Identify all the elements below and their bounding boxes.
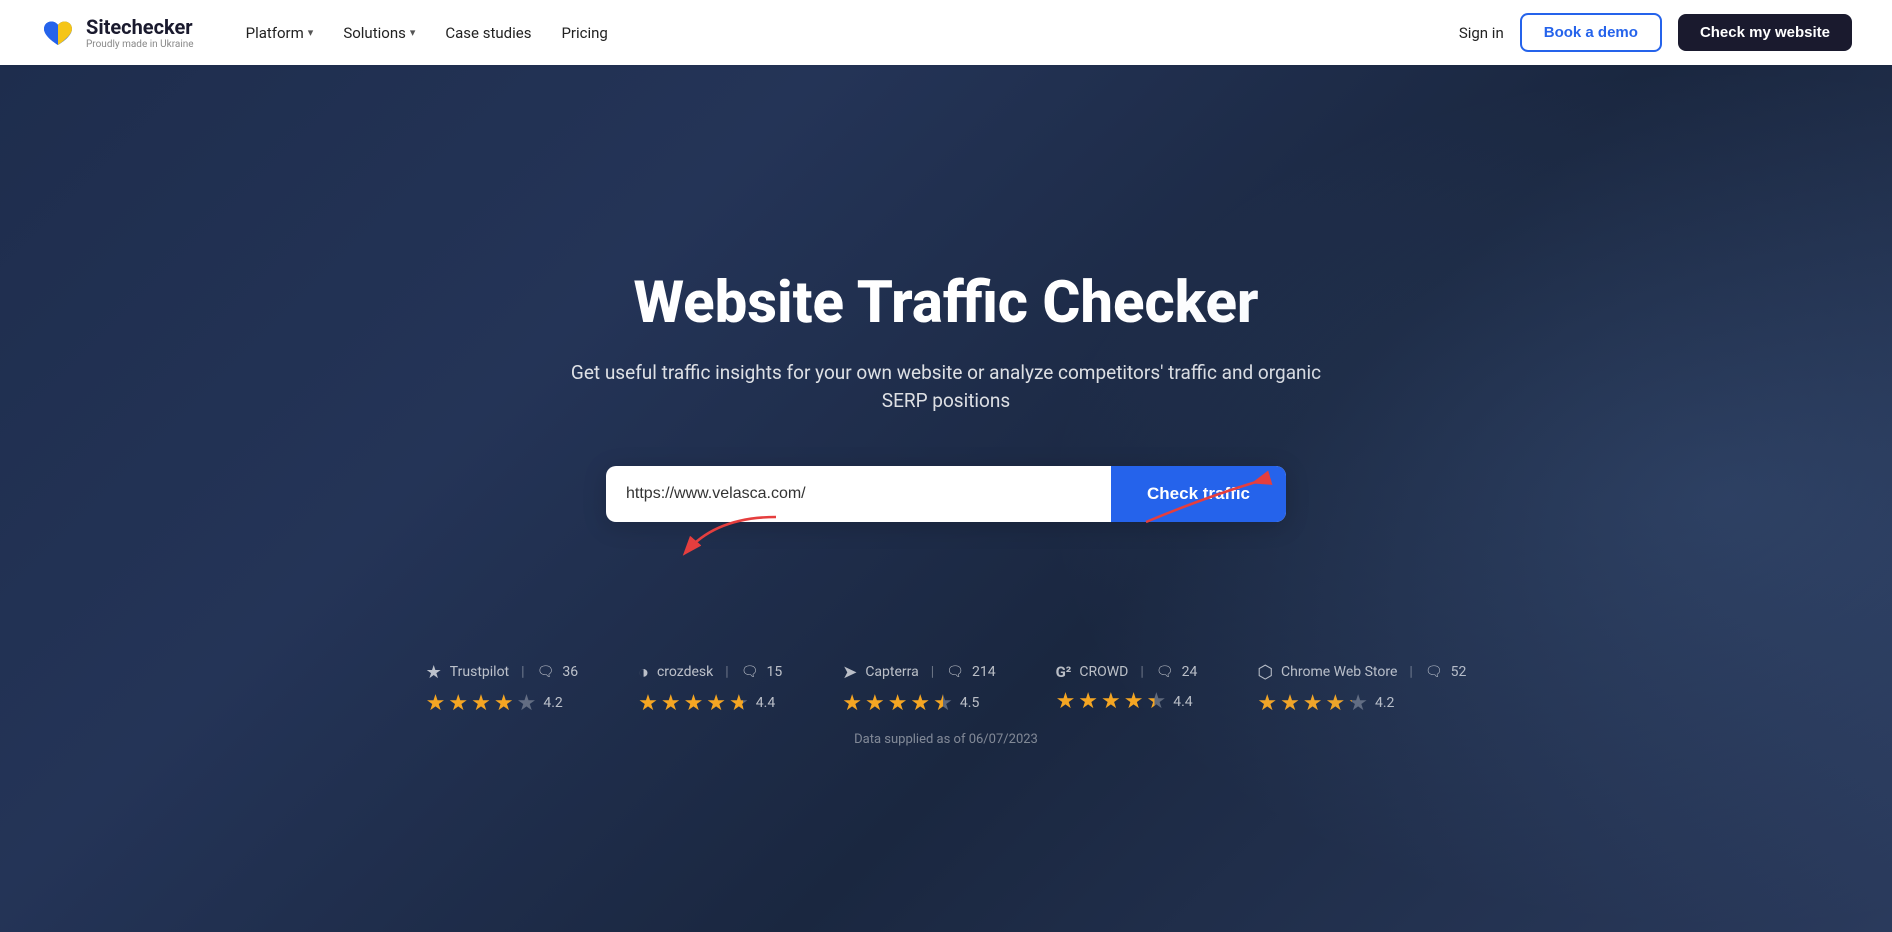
- rating-chrome: ⬡ Chrome Web Store | 🗨 52 ★ ★ ★ ★ ★ 4.2: [1257, 662, 1466, 716]
- rating-capterra: ➤ Capterra | 🗨 214 ★ ★ ★ ★ ★ 4.5: [842, 662, 995, 716]
- comment-icon: 🗨: [946, 664, 964, 680]
- comment-icon: 🗨: [741, 664, 759, 680]
- rating-trustpilot: ★ Trustpilot | 🗨 36 ★ ★ ★ ★ ★ 4.2: [426, 662, 578, 716]
- trustpilot-label: Trustpilot: [450, 664, 509, 680]
- logo-icon: [40, 15, 76, 51]
- crozdesk-label: crozdesk: [657, 664, 713, 680]
- arrow-left-icon: [636, 507, 796, 567]
- book-demo-button[interactable]: Book a demo: [1520, 13, 1662, 52]
- check-my-website-button[interactable]: Check my website: [1678, 14, 1852, 51]
- chrome-icon: ⬡: [1257, 662, 1273, 683]
- logo-title: Sitechecker: [86, 15, 194, 39]
- hero-title: Website Traffic Checker: [633, 270, 1258, 337]
- hero-section: Website Traffic Checker Get useful traff…: [0, 65, 1892, 932]
- capterra-label: Capterra: [865, 664, 918, 680]
- capterra-icon: ➤: [842, 662, 857, 683]
- rating-crozdesk: ◑ crozdesk | 🗨 15 ★ ★ ★ ★ ★ 4.4: [638, 662, 782, 716]
- rating-g2crowd: G² CROWD | 🗨 24 ★ ★ ★ ★ ★ 4.4: [1056, 663, 1198, 714]
- trustpilot-count: 36: [562, 664, 578, 680]
- comment-icon: 🗨: [1156, 664, 1174, 680]
- chrome-label: Chrome Web Store: [1281, 664, 1397, 680]
- nav-item-platform[interactable]: Platform ▾: [234, 16, 326, 50]
- nav-links: Platform ▾ Solutions ▾ Case studies Pric…: [234, 16, 1459, 50]
- comment-icon: 🗨: [1425, 664, 1443, 680]
- trustpilot-icon: ★: [426, 662, 442, 683]
- crozdesk-count: 15: [766, 664, 782, 680]
- logo-subtitle: Proudly made in Ukraine: [86, 39, 194, 50]
- g2-icon: G²: [1056, 663, 1072, 681]
- sign-in-link[interactable]: Sign in: [1459, 24, 1504, 42]
- hero-subtitle: Get useful traffic insights for your own…: [566, 359, 1326, 416]
- navbar: Sitechecker Proudly made in Ukraine Plat…: [0, 0, 1892, 65]
- chevron-down-icon: ▾: [308, 26, 314, 39]
- ratings-section: ★ Trustpilot | 🗨 36 ★ ★ ★ ★ ★ 4.2 ◑ croz…: [386, 662, 1507, 716]
- nav-item-pricing[interactable]: Pricing: [549, 16, 619, 50]
- capterra-count: 214: [972, 664, 996, 680]
- g2-count: 24: [1182, 664, 1198, 680]
- logo-link[interactable]: Sitechecker Proudly made in Ukraine: [40, 15, 194, 51]
- nav-right: Sign in Book a demo Check my website: [1459, 13, 1852, 52]
- nav-item-case-studies[interactable]: Case studies: [433, 16, 543, 50]
- logo-text: Sitechecker Proudly made in Ukraine: [86, 15, 194, 50]
- chrome-count: 52: [1451, 664, 1467, 680]
- arrow-right-icon: [1126, 467, 1286, 527]
- comment-icon: 🗨: [537, 664, 555, 680]
- arrows-container: [606, 522, 1286, 602]
- nav-item-solutions[interactable]: Solutions ▾: [331, 16, 427, 50]
- crozdesk-icon: ◑: [638, 662, 649, 683]
- chevron-down-icon: ▾: [410, 26, 416, 39]
- data-supplied-text: Data supplied as of 06/07/2023: [854, 732, 1038, 747]
- g2-label: CROWD: [1079, 664, 1128, 680]
